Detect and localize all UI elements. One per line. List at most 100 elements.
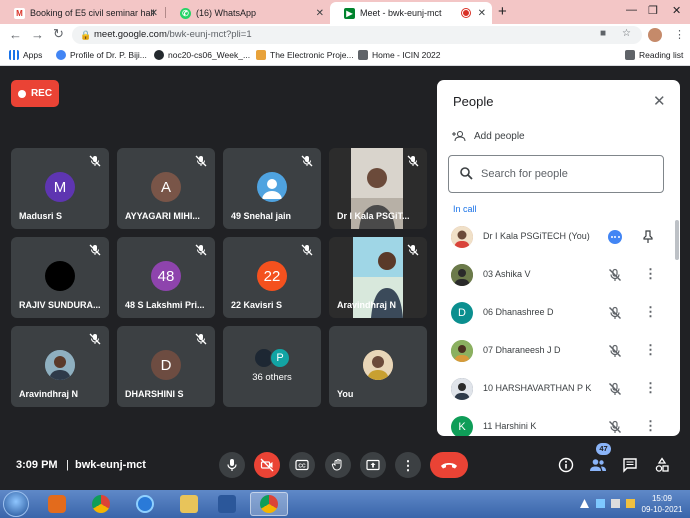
meeting-code: bwk-eunj-mct	[75, 459, 146, 471]
browser-menu-icon[interactable]: ⋮	[674, 28, 685, 41]
participant-row[interactable]: K 11 Harshini K ⋮	[437, 409, 673, 436]
avatar	[451, 226, 473, 248]
leave-call-button[interactable]	[430, 452, 468, 478]
taskbar-ie[interactable]	[126, 492, 164, 516]
people-icon	[590, 459, 606, 471]
close-tab-icon[interactable]: ✕	[150, 8, 158, 19]
taskbar-media-player[interactable]	[38, 492, 76, 516]
meeting-details-button[interactable]	[556, 455, 576, 475]
chat-button[interactable]	[620, 455, 640, 475]
participant-tile[interactable]: Aravindhraj N	[11, 326, 109, 407]
camera-button[interactable]	[254, 452, 280, 478]
camera-in-use-icon[interactable]: ■	[600, 28, 606, 39]
mic-off-icon	[89, 155, 101, 167]
tab-gmail[interactable]: M Booking of E5 civil seminar hall ✕	[0, 2, 164, 24]
participant-row[interactable]: 07 Dharaneesh J D ⋮	[437, 333, 673, 371]
activities-button[interactable]	[652, 455, 672, 475]
mic-off-icon	[609, 268, 621, 281]
minimize-icon[interactable]: —	[626, 4, 637, 16]
participant-tile[interactable]: A AYYAGARI MIHI...	[117, 148, 215, 229]
bookmark-noc[interactable]: noc20-cs06_Week_...	[154, 50, 250, 60]
people-panel: People ✕ Add people Search for people In…	[437, 80, 680, 436]
captions-button[interactable]: CC	[289, 452, 315, 478]
participant-tile[interactable]: 22 22 Kavisri S	[223, 237, 321, 318]
tab-whatsapp[interactable]: ✆ (16) WhatsApp ✕	[166, 2, 330, 24]
system-clock[interactable]: 15:09 09-10-2021	[640, 493, 684, 515]
people-button[interactable]	[588, 455, 608, 475]
taskbar-chrome-active[interactable]	[250, 492, 288, 516]
mic-off-icon	[301, 244, 313, 256]
person-avatar-icon	[257, 172, 287, 202]
participant-row[interactable]: Dr I Kala PSGiTECH (You)	[437, 219, 673, 257]
present-screen-button[interactable]	[360, 452, 386, 478]
participant-row[interactable]: 03 Ashika V ⋮	[437, 257, 673, 295]
participant-video-tile[interactable]: Dr I Kala PSGiT...	[329, 148, 427, 229]
bookmark-profile[interactable]: Profile of Dr. P. Biji...	[56, 50, 147, 60]
participant-tile[interactable]: 48 48 S Lakshmi Pri...	[117, 237, 215, 318]
raise-hand-button[interactable]	[325, 452, 351, 478]
forward-icon[interactable]: →	[31, 27, 44, 42]
end-call-icon	[441, 463, 457, 469]
bookmark-star-icon[interactable]: ☆	[622, 28, 631, 39]
close-tab-icon[interactable]: ✕	[478, 8, 486, 19]
pin-icon[interactable]	[641, 230, 655, 244]
bookmark-electronic[interactable]: The Electronic Proje...	[256, 50, 354, 60]
recording-button[interactable]: REC	[11, 80, 59, 107]
bookmark-icin[interactable]: Home - ICIN 2022	[358, 50, 441, 60]
more-options-icon[interactable]: ⋮	[644, 305, 657, 319]
record-dot-icon	[17, 89, 26, 98]
mic-off-icon	[407, 244, 419, 256]
more-options-icon[interactable]: ⋮	[644, 381, 657, 395]
bookmarks-bar: Apps Profile of Dr. P. Biji... noc20-cs0…	[0, 46, 690, 66]
address-toolbar: ← → ↻ 🔒 meet.google.com/bwk-eunj-mct?pli…	[0, 24, 690, 46]
search-input[interactable]: Search for people	[448, 155, 664, 193]
more-vert-icon: ⋮	[401, 457, 415, 473]
reading-list-button[interactable]: Reading list	[625, 50, 683, 60]
chrome-icon	[260, 495, 278, 513]
mic-off-icon	[195, 155, 207, 167]
participant-tile[interactable]: 49 Snehal jain	[223, 148, 321, 229]
taskbar-chrome[interactable]	[82, 492, 120, 516]
participant-tile[interactable]: M Madusri S	[11, 148, 109, 229]
participant-row[interactable]: D 06 Dhanashree D ⋮	[437, 295, 673, 333]
tab-meet[interactable]: ▶ Meet - bwk-eunj-mct ✕	[330, 2, 492, 24]
start-button[interactable]	[3, 491, 29, 517]
reading-list-icon	[625, 50, 635, 60]
more-options-icon[interactable]: ⋮	[644, 343, 657, 357]
participant-video-tile[interactable]: Aravindhraj N	[329, 237, 427, 318]
url-bar[interactable]: 🔒 meet.google.com/bwk-eunj-mct?pli=1	[72, 26, 642, 44]
bookmark-apps[interactable]: Apps	[9, 50, 42, 60]
show-hidden-icons-icon[interactable]	[580, 499, 589, 508]
participant-row[interactable]: 10 HARSHAVARTHAN P K ⋮	[437, 371, 673, 409]
more-options-icon[interactable]: ⋮	[644, 267, 657, 281]
back-icon[interactable]: ←	[9, 27, 22, 42]
reload-icon[interactable]: ↻	[53, 26, 64, 42]
avatar: P	[270, 348, 290, 368]
taskbar-explorer[interactable]	[170, 492, 208, 516]
profile-avatar[interactable]	[648, 28, 662, 42]
more-options-icon[interactable]: ⋮	[644, 419, 657, 433]
more-options-button[interactable]: ⋮	[395, 452, 421, 478]
panel-scrollbar[interactable]	[675, 220, 679, 260]
restore-icon[interactable]: ❐	[648, 4, 658, 17]
recording-indicator-icon	[462, 9, 470, 17]
close-icon[interactable]: ✕	[653, 92, 666, 110]
participant-tile[interactable]: RAJIV SUNDURA...	[11, 237, 109, 318]
avatar: M	[45, 172, 75, 202]
gmail-icon: M	[14, 7, 25, 19]
volume-icon[interactable]	[611, 499, 620, 508]
chat-icon	[623, 458, 637, 473]
battery-icon[interactable]	[626, 499, 635, 508]
self-tile[interactable]: You	[329, 326, 427, 407]
close-tab-icon[interactable]: ✕	[316, 8, 324, 19]
close-window-icon[interactable]: ✕	[672, 4, 681, 17]
participant-tile[interactable]: D DHARSHINI S	[117, 326, 215, 407]
others-tile[interactable]: P 36 others	[223, 326, 321, 407]
present-icon	[366, 459, 380, 471]
microphone-button[interactable]	[219, 452, 245, 478]
new-tab-button[interactable]: +	[498, 3, 507, 20]
network-icon[interactable]	[596, 499, 605, 508]
add-people-button[interactable]: Add people	[451, 130, 525, 142]
taskbar-word[interactable]	[208, 492, 246, 516]
in-call-heading: In call	[453, 204, 477, 214]
